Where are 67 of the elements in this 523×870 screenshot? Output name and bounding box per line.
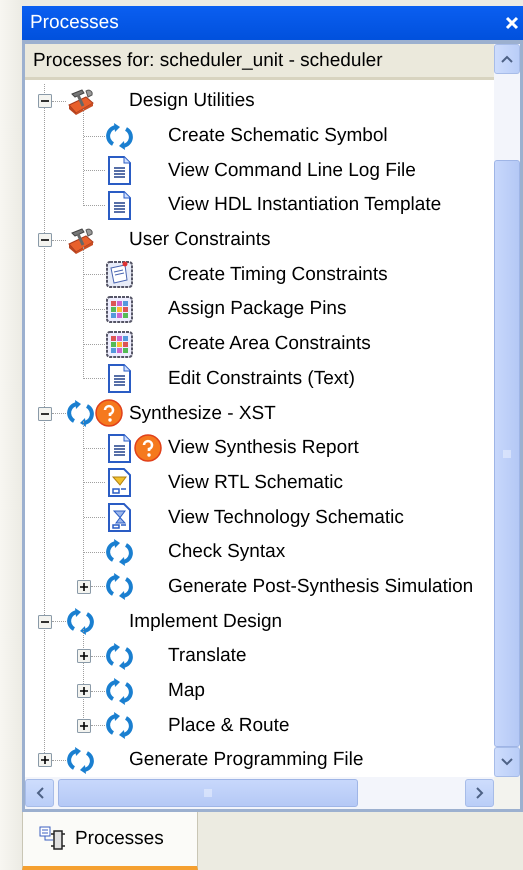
tree-item[interactable]: Edit Constraints (Text) (168, 368, 355, 390)
timing-sheet-icon (105, 260, 134, 290)
refresh-icon (105, 711, 134, 740)
tree-item[interactable]: View RTL Schematic (168, 472, 343, 494)
expand-toggle-icon[interactable] (77, 718, 91, 733)
refresh-icon (105, 572, 134, 602)
scrollbar-corner (494, 777, 520, 809)
collapse-toggle-icon[interactable] (38, 233, 52, 248)
tree-item[interactable]: User Constraints (129, 229, 270, 252)
vertical-scrollbar[interactable] (494, 44, 520, 777)
horizontal-scrollbar[interactable] (25, 777, 494, 809)
expand-toggle-icon[interactable] (77, 684, 91, 698)
chevron-down-icon (501, 758, 513, 766)
schematic-hourglass-icon (105, 503, 134, 532)
tree-item[interactable]: Create Schematic Symbol (168, 125, 388, 148)
document-icon (105, 434, 134, 463)
tree-item[interactable]: Synthesize - XST (129, 402, 276, 425)
tree-item[interactable]: Generate Post-Synthesis Simulation (168, 576, 474, 598)
hierarchy-icon (39, 826, 67, 852)
collapse-toggle-icon[interactable] (38, 614, 52, 629)
scroll-right-button[interactable] (465, 779, 494, 807)
scroll-up-button[interactable] (494, 44, 520, 74)
document-icon (105, 190, 134, 220)
refresh-icon (105, 676, 134, 706)
pin-grid-icon (105, 330, 134, 359)
refresh-icon (105, 122, 134, 151)
expand-toggle-icon[interactable] (38, 753, 52, 768)
toolbox-icon (66, 226, 95, 255)
panel-title: Processes (30, 12, 119, 34)
expand-toggle-icon[interactable] (77, 580, 91, 594)
pin-grid-icon (105, 294, 134, 324)
refresh-icon (105, 538, 134, 567)
tree-item[interactable]: Design Utilities (129, 90, 255, 112)
chevron-left-icon (36, 787, 44, 799)
collapse-toggle-icon[interactable] (38, 94, 52, 108)
refresh-icon (66, 746, 95, 775)
scroll-thumb[interactable] (58, 779, 358, 807)
tree-item[interactable]: Translate (168, 645, 246, 668)
chevron-right-icon (476, 787, 484, 799)
scroll-left-button[interactable] (25, 779, 54, 807)
scroll-down-button[interactable] (494, 747, 520, 777)
document-icon (105, 156, 134, 186)
document-icon (105, 364, 134, 394)
tree-item[interactable]: Create Timing Constraints (168, 264, 388, 286)
tree-item[interactable]: View Synthesis Report (168, 437, 359, 460)
tree-item[interactable]: Generate Programming File (129, 749, 364, 772)
tree-item[interactable]: View Command Line Log File (168, 160, 416, 182)
panel-tab[interactable]: Processes (22, 812, 198, 870)
schematic-funnel-icon (105, 468, 134, 498)
toolbox-icon (66, 86, 95, 116)
tree-item[interactable]: Place & Route (168, 714, 290, 737)
refresh-icon (66, 607, 95, 636)
tree-item[interactable]: View Technology Schematic (168, 506, 404, 529)
refresh-icon (66, 399, 95, 428)
tree-item[interactable]: Assign Package Pins (168, 298, 346, 320)
tree-item[interactable]: View HDL Instantiation Template (168, 194, 442, 216)
tree-item[interactable]: Create Area Constraints (168, 333, 371, 356)
tree-item[interactable]: Check Syntax (168, 541, 286, 564)
close-icon[interactable] (505, 16, 519, 30)
refresh-icon (105, 642, 134, 671)
tree-header: Processes for: scheduler_unit - scheduler (25, 44, 494, 80)
scroll-thumb[interactable] (494, 160, 520, 747)
tree-item[interactable]: Map (168, 680, 205, 702)
chevron-up-icon (501, 55, 513, 63)
expand-toggle-icon[interactable] (77, 649, 91, 664)
tree-item[interactable]: Implement Design (129, 610, 282, 633)
collapse-toggle-icon[interactable] (38, 406, 52, 421)
